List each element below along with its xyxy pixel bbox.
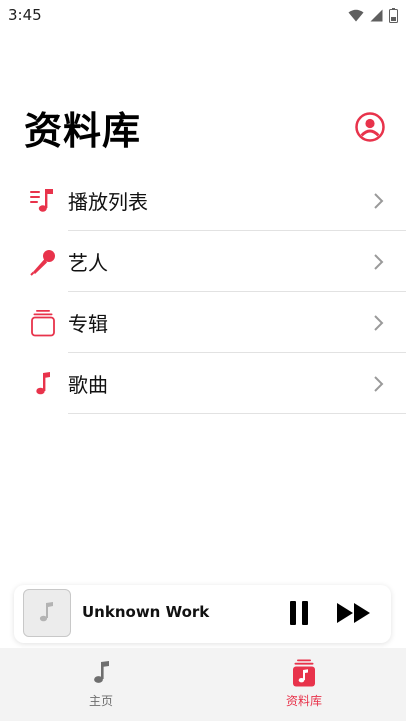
menu-item-label: 播放列表 — [68, 190, 148, 214]
divider — [68, 413, 406, 414]
menu-item-label: 艺人 — [68, 251, 108, 275]
menu-item-playlists[interactable]: 播放列表 — [0, 170, 406, 231]
music-note-icon — [28, 369, 58, 399]
library-icon — [291, 659, 317, 687]
menu-item-label: 专辑 — [68, 312, 108, 336]
music-note-icon — [88, 660, 114, 686]
tab-home[interactable]: 主页 — [31, 648, 171, 721]
account-button[interactable] — [354, 111, 386, 143]
tab-label: 资料库 — [285, 694, 322, 708]
status-icons — [348, 7, 398, 23]
page-title: 资料库 — [24, 109, 142, 153]
album-artwork — [23, 589, 71, 637]
tab-bar: 主页 资料库 — [0, 648, 406, 721]
menu-item-albums[interactable]: 专辑 — [0, 292, 406, 353]
now-playing-title: Unknown Work — [82, 603, 210, 621]
playlist-icon — [28, 186, 58, 216]
wifi-icon — [348, 9, 364, 21]
tab-label: 主页 — [88, 694, 113, 708]
menu-item-label: 歌曲 — [68, 373, 108, 397]
album-stack-icon — [28, 308, 58, 338]
menu-item-artists[interactable]: 艺人 — [0, 231, 406, 292]
menu-item-songs[interactable]: 歌曲 — [0, 353, 406, 414]
cell-signal-icon — [370, 9, 383, 21]
status-time: 3:45 — [8, 6, 42, 24]
microphone-icon — [28, 247, 58, 277]
tab-library[interactable]: 资料库 — [234, 648, 374, 721]
mini-player[interactable]: Unknown Work — [14, 585, 391, 643]
library-menu: 播放列表 艺人 专辑 歌曲 — [0, 170, 406, 414]
pause-button[interactable] — [288, 600, 310, 626]
fast-forward-button[interactable] — [336, 601, 372, 625]
battery-icon — [389, 7, 398, 23]
chevron-right-icon — [374, 253, 384, 270]
account-icon — [355, 112, 385, 142]
status-bar: 3:45 — [0, 0, 406, 30]
music-note-placeholder-icon — [39, 602, 53, 622]
chevron-right-icon — [374, 375, 384, 392]
chevron-right-icon — [374, 192, 384, 209]
chevron-right-icon — [374, 314, 384, 331]
